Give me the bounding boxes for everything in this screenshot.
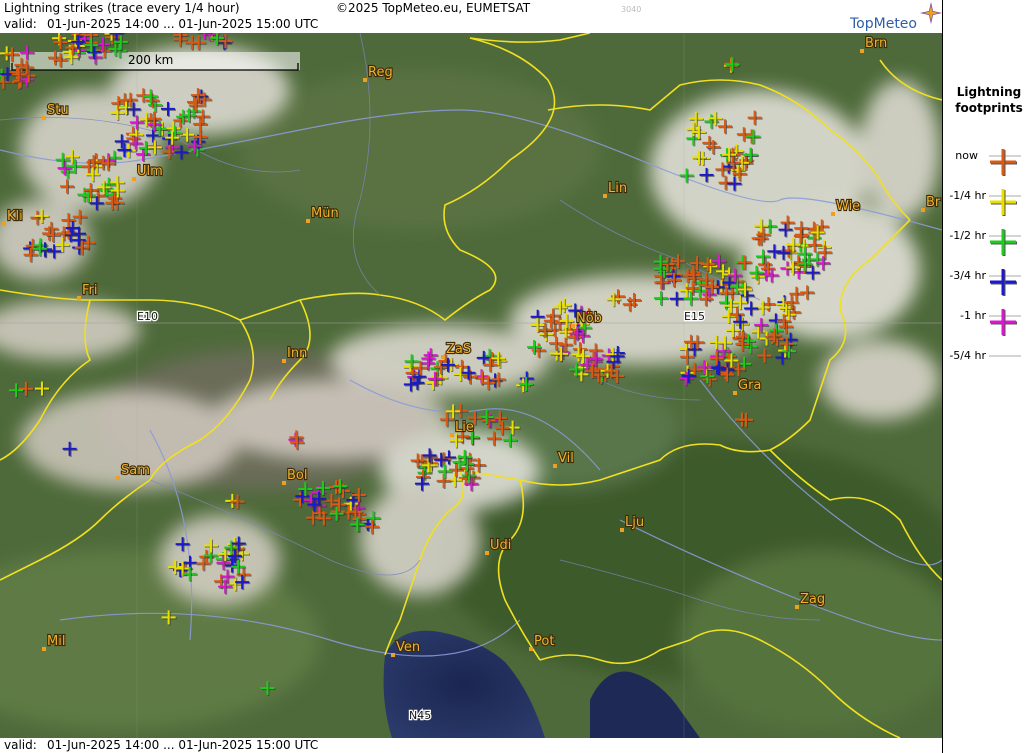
city-label: Mil: [47, 634, 65, 649]
legend-row: -5/4 hr: [943, 349, 1034, 396]
city-label: Reg: [368, 65, 393, 80]
city-label: Pot: [534, 634, 554, 649]
legend-panel: Lightning footprints now -1/4 hr -1/2 hr -3…: [942, 0, 1034, 753]
copyright-text: ©2025 TopMeteo.eu, EUMETSAT: [336, 1, 531, 15]
legend-swatch: [989, 189, 1021, 216]
city-label: Bol: [287, 468, 307, 483]
city-label: Ulm: [137, 164, 163, 179]
legend-title-line2: footprints: [955, 101, 1023, 115]
city-label: Zag: [800, 592, 825, 607]
topmeteo-logo: TopMeteo: [848, 2, 942, 32]
city-label: Nöb: [576, 311, 602, 326]
city-dot-icon: [620, 528, 624, 532]
city-dot-icon: [441, 355, 445, 359]
legend-label: -1/2 hr: [949, 229, 986, 242]
city-dot-icon: [306, 219, 310, 223]
city-dot-icon: [77, 296, 81, 300]
city-marker[interactable]: ZaS: [441, 341, 472, 359]
city-dot-icon: [603, 194, 607, 198]
legend-label: -5/4 hr: [949, 349, 986, 362]
city-dot-icon: [733, 391, 737, 395]
city-dot-icon: [363, 78, 367, 82]
city-dot-icon: [2, 222, 6, 226]
city-marker[interactable]: Ulm: [132, 163, 164, 181]
city-label: Lie: [455, 420, 474, 435]
city-dot-icon: [571, 324, 575, 328]
city-marker[interactable]: Zag: [795, 591, 826, 609]
city-dot-icon: [391, 653, 395, 657]
city-dot-icon: [485, 551, 489, 555]
legend-label: -1/4 hr: [949, 189, 986, 202]
city-label: Kli: [7, 209, 23, 224]
city-dot-icon: [132, 177, 136, 181]
city-dot-icon: [116, 476, 120, 480]
city-label: Mün: [311, 206, 339, 221]
city-label: Br: [926, 195, 941, 210]
city-label: ZaS: [446, 342, 471, 357]
city-label: Vil: [558, 451, 574, 466]
city-dot-icon: [282, 359, 286, 363]
scale-bar: 200 km: [10, 52, 300, 71]
city-dot-icon: [795, 605, 799, 609]
city-label: Fri: [82, 283, 98, 298]
legend-label: -3/4 hr: [949, 269, 986, 282]
footer-valid-range: 01-Jun-2025 14:00 ... 01-Jun-2025 15:00 …: [47, 738, 319, 752]
city-marker[interactable]: Nöb: [571, 310, 603, 328]
city-dot-icon: [921, 208, 925, 212]
product-code: 3040: [621, 5, 642, 14]
city-label: Lju: [625, 515, 644, 530]
city-label: Gra: [738, 378, 761, 393]
city-label: Sam: [121, 463, 150, 478]
city-dot-icon: [42, 647, 46, 651]
city-marker[interactable]: Reg: [363, 64, 394, 82]
map-header: Lightning strikes (trace every 1/4 hour)…: [0, 0, 942, 33]
city-label: Stu: [47, 103, 69, 118]
city-marker[interactable]: Gra: [733, 377, 762, 395]
legend-swatch: [989, 149, 1021, 176]
city-label: Ven: [396, 640, 420, 655]
scale-bar-label: 200 km: [128, 53, 173, 67]
city-marker[interactable]: Sam: [116, 462, 151, 480]
city-marker[interactable]: Ven: [391, 639, 421, 657]
city-label: Wie: [836, 199, 860, 214]
city-dot-icon: [831, 212, 835, 216]
grid-label: E15: [684, 310, 705, 323]
city-dot-icon: [553, 464, 557, 468]
city-label: Brn: [865, 36, 887, 51]
legend-swatch: [989, 355, 1021, 357]
legend-title: Lightning footprints: [943, 84, 1034, 116]
city-dot-icon: [860, 49, 864, 53]
grid-label: E10: [137, 310, 158, 323]
city-dot-icon: [282, 481, 286, 485]
grid-label: N45: [409, 709, 431, 722]
city-label: Udi: [490, 538, 511, 553]
footer-valid-label: valid:: [4, 738, 37, 752]
legend-title-line1: Lightning: [956, 85, 1022, 99]
city-marker[interactable]: Brn: [860, 35, 888, 53]
map-title: Lightning strikes (trace every 1/4 hour): [4, 1, 240, 15]
city-marker[interactable]: Mün: [306, 205, 340, 223]
valid-label: valid:: [4, 17, 37, 31]
valid-range: 01-Jun-2025 14:00 ... 01-Jun-2025 15:00 …: [47, 17, 319, 31]
legend-label: now: [955, 149, 978, 162]
city-dot-icon: [450, 433, 454, 437]
lightning-map[interactable]: 200 km E10 E15 N45 Brn Reg Stu Ulm Lin Wie Br Kli…: [0, 33, 942, 738]
legend-swatch: [989, 269, 1021, 296]
city-label: Inn: [287, 346, 307, 361]
legend-label: -1 hr: [960, 309, 986, 322]
city-dot-icon: [529, 647, 533, 651]
compass-star-icon: [920, 2, 942, 24]
legend-swatch: [989, 309, 1021, 336]
city-label: Lin: [608, 181, 627, 196]
map-footer: valid: 01-Jun-2025 14:00 ... 01-Jun-2025…: [0, 738, 942, 753]
legend-swatch: [989, 229, 1021, 256]
city-dot-icon: [42, 116, 46, 120]
city-marker[interactable]: Wie: [831, 198, 861, 216]
logo-text: TopMeteo: [850, 16, 917, 32]
